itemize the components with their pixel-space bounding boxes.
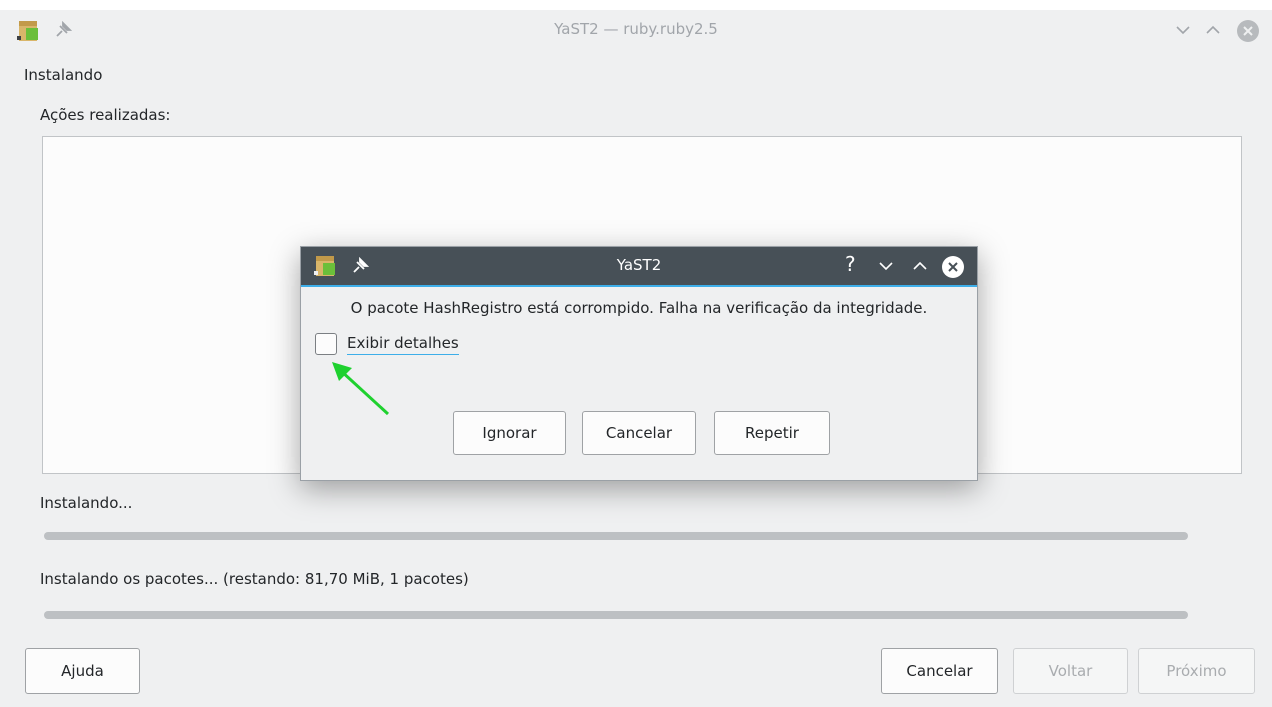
close-icon[interactable] [941,255,965,283]
packages-progress-bar [44,611,1188,619]
close-icon[interactable] [1236,19,1260,47]
next-button[interactable]: Próximo [1138,648,1255,694]
maximize-chevron-up-icon[interactable] [1202,19,1224,45]
show-details-row[interactable]: Exibir detalhes [315,333,459,355]
maximize-chevron-up-icon[interactable] [909,255,931,281]
ignore-button[interactable]: Ignorar [453,411,566,455]
actions-label: Ações realizadas: [40,106,171,124]
packages-label: Instalando os pacotes... (restando: 81,7… [40,570,469,588]
green-arrow-icon [332,362,390,416]
minimize-chevron-down-icon[interactable] [875,255,897,281]
error-message: O pacote HashRegistro está corrompido. F… [350,299,928,317]
window-titlebar[interactable]: YaST2 — ruby.ruby2.5 [0,10,1272,52]
cancel-button[interactable]: Cancelar [881,648,998,694]
back-button[interactable]: Voltar [1013,648,1128,694]
help-button[interactable]: Ajuda [25,648,140,694]
help-question-icon[interactable]: ? [845,252,856,276]
show-details-label[interactable]: Exibir detalhes [347,334,459,355]
window-title: YaST2 — ruby.ruby2.5 [554,20,718,38]
dialog-cancel-button[interactable]: Cancelar [582,411,696,455]
dialog-titlebar[interactable]: YaST2 ? [301,247,977,287]
installing-label: Instalando... [40,494,133,512]
show-details-checkbox[interactable] [315,333,337,355]
error-dialog: YaST2 ? O pacote HashRegistro está corro… [300,246,978,481]
minimize-chevron-down-icon[interactable] [1172,19,1194,45]
retry-button[interactable]: Repetir [714,411,830,455]
section-title: Instalando [24,66,103,84]
installing-progress-bar [44,532,1188,540]
